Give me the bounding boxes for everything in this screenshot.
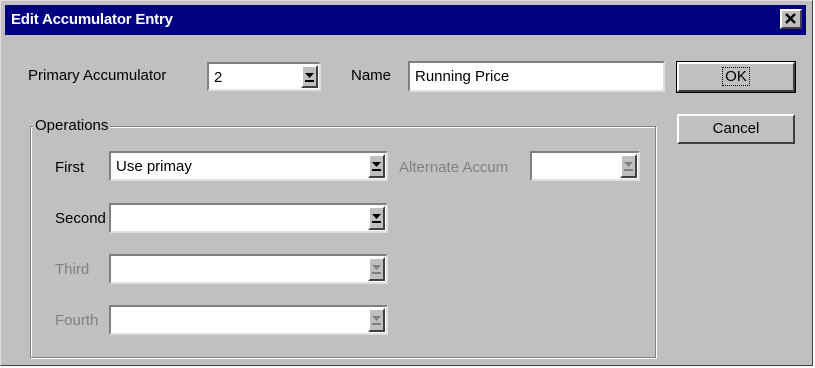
first-label: First: [55, 159, 85, 176]
ok-button-label: OK: [722, 67, 750, 86]
chevron-down-icon: [372, 265, 381, 274]
first-operation-value: Use primay: [116, 158, 192, 175]
chevron-down-icon: [372, 214, 381, 223]
chevron-down-icon: [372, 162, 381, 171]
window-title: Edit Accumulator Entry: [11, 11, 173, 28]
primary-accumulator-dropdown-button[interactable]: [301, 65, 318, 88]
cancel-button-label: Cancel: [712, 120, 760, 137]
third-operation-dropdown-button[interactable]: [368, 257, 385, 281]
primary-accumulator-value: 2: [214, 69, 223, 86]
alternate-accum-select[interactable]: [530, 151, 640, 181]
name-value: Running Price: [415, 68, 510, 85]
alternate-accum-label: Alternate Accum: [399, 159, 509, 176]
primary-accumulator-label: Primary Accumulator: [28, 67, 167, 84]
name-input[interactable]: Running Price: [408, 61, 665, 92]
third-label: Third: [55, 261, 90, 278]
second-operation-select[interactable]: [109, 203, 388, 233]
second-operation-dropdown-button[interactable]: [368, 206, 385, 230]
alternate-accum-dropdown-button[interactable]: [620, 154, 637, 178]
first-operation-select[interactable]: Use primay: [109, 151, 388, 181]
chevron-down-icon: [305, 73, 314, 82]
title-bar[interactable]: Edit Accumulator Entry: [5, 5, 806, 35]
primary-accumulator-select[interactable]: 2: [207, 62, 321, 91]
third-operation-select[interactable]: [109, 254, 388, 284]
operations-legend: Operations: [33, 117, 111, 134]
second-label: Second: [55, 210, 106, 227]
chevron-down-icon: [372, 316, 381, 325]
close-icon: [785, 13, 796, 24]
ok-button[interactable]: OK: [676, 61, 796, 93]
fourth-label: Fourth: [55, 312, 99, 329]
close-button[interactable]: [780, 9, 802, 29]
edit-accumulator-dialog: Edit Accumulator Entry Primary Accumulat…: [0, 0, 813, 366]
fourth-operation-select[interactable]: [109, 305, 388, 335]
fourth-operation-dropdown-button[interactable]: [368, 308, 385, 332]
chevron-down-icon: [624, 162, 633, 171]
first-operation-dropdown-button[interactable]: [368, 154, 385, 178]
cancel-button[interactable]: Cancel: [677, 114, 795, 144]
name-label: Name: [351, 67, 392, 84]
